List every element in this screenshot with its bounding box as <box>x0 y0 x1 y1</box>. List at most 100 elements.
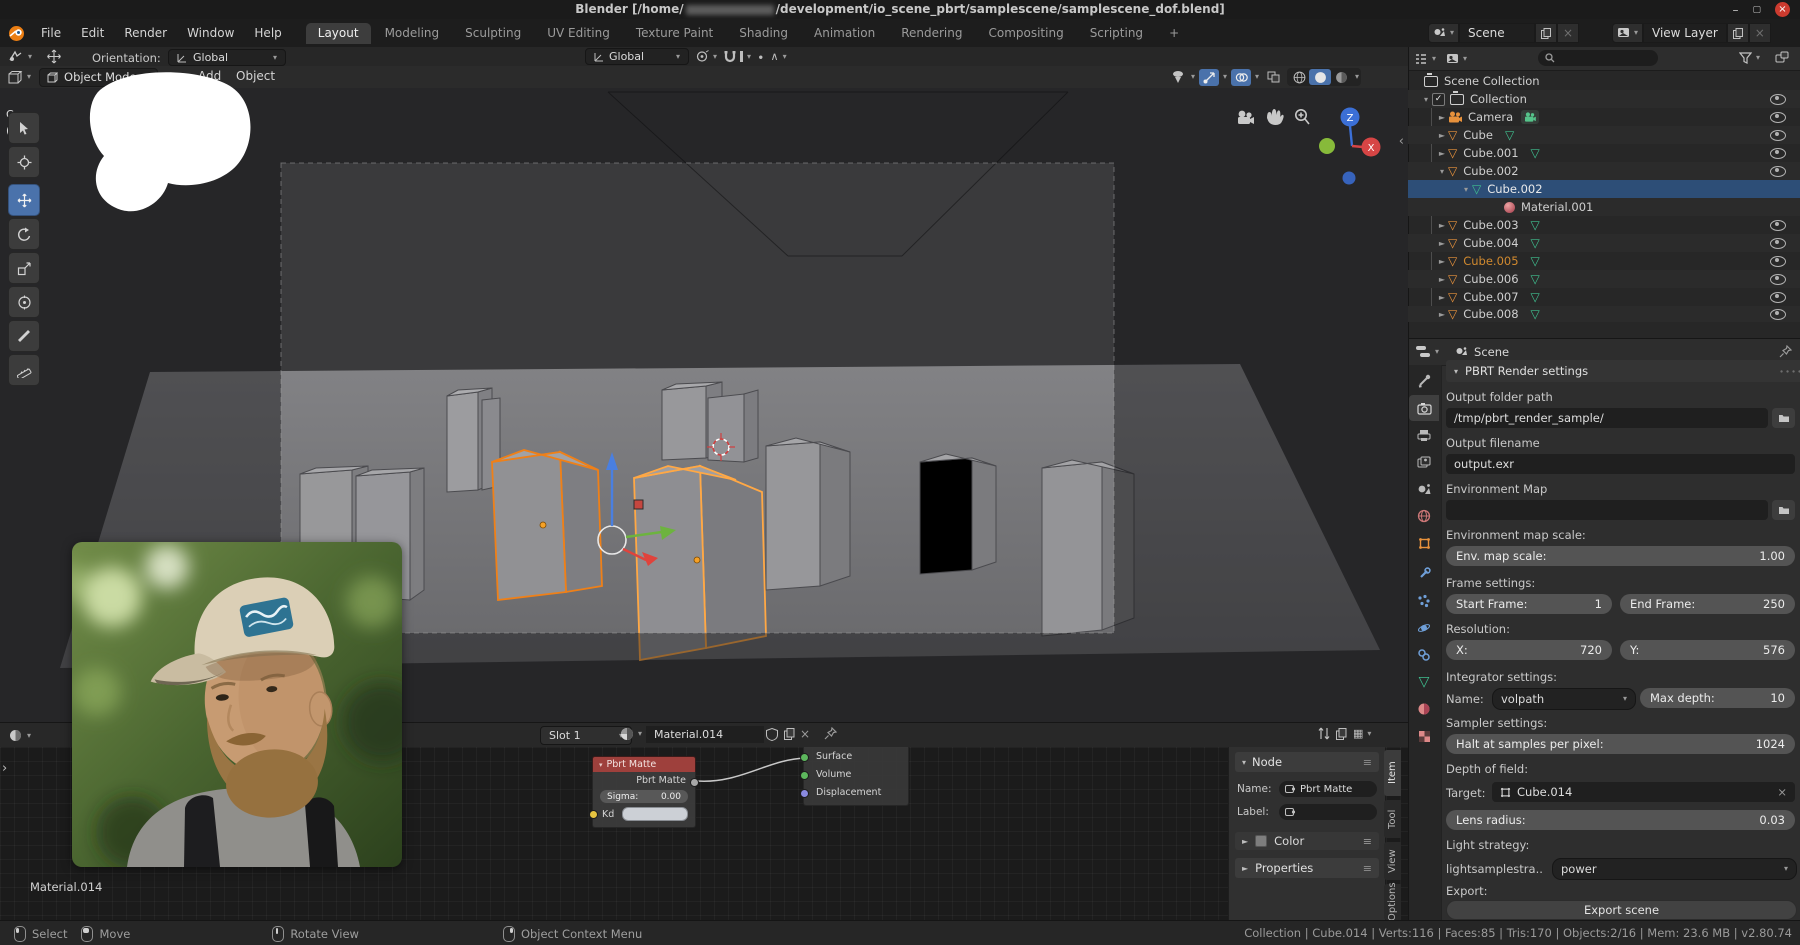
unlink-material-button[interactable]: × <box>800 727 810 741</box>
close-button[interactable]: × <box>1775 2 1790 17</box>
node-label-field[interactable] <box>1279 804 1377 820</box>
mesh-data-icon[interactable]: ▽ <box>1505 129 1514 141</box>
surface-input-socket[interactable] <box>800 753 809 762</box>
properties-tab-data[interactable]: ▽ <box>1409 669 1439 695</box>
kd-input-socket[interactable] <box>589 810 598 819</box>
view-layer-browse-button[interactable]: ▾ <box>1612 23 1643 43</box>
sidebar-tab-item[interactable]: Item <box>1384 750 1401 796</box>
halt-samples-slider[interactable]: Halt at samples per pixel:1024 <box>1446 734 1795 754</box>
tab-texture-paint[interactable]: Texture Paint <box>624 23 725 44</box>
light-strategy-dropdown[interactable]: power ▾ <box>1552 858 1797 880</box>
display-mode-dropdown[interactable]: ▾ <box>1414 53 1436 65</box>
outliner-row-material-001[interactable]: Material.001 <box>1408 198 1800 216</box>
maximize-button[interactable]: ▢ <box>1752 5 1761 15</box>
folder-browse-button[interactable] <box>1772 500 1795 520</box>
list-icon[interactable]: ≡ <box>1363 835 1372 848</box>
mesh-data-icon[interactable]: ▽ <box>1531 255 1540 267</box>
pin-icon[interactable] <box>1779 345 1792 358</box>
eye-icon[interactable] <box>1770 112 1786 123</box>
export-scene-button[interactable]: Export scene <box>1446 900 1797 920</box>
properties-tab-scene[interactable] <box>1409 476 1439 502</box>
properties-tab-tool[interactable] <box>1409 368 1439 394</box>
color-swatch[interactable] <box>1255 835 1267 847</box>
outliner-row-cube-002[interactable]: ▾ ▽ Cube.002 <box>1408 162 1800 180</box>
tool-move-button[interactable] <box>8 184 40 216</box>
tool-annotate-button[interactable] <box>8 320 40 352</box>
minimize-button[interactable]: – <box>1732 3 1738 17</box>
fake-user-button[interactable] <box>766 728 778 741</box>
mesh-data-icon[interactable]: ▽ <box>1531 273 1540 285</box>
region-expand-icon[interactable]: › <box>2 761 7 776</box>
sidebar-tab-tool[interactable]: Tool <box>1384 800 1401 838</box>
xray-toggle[interactable] <box>1263 69 1283 86</box>
material-browse-button[interactable]: ▾ <box>620 727 642 741</box>
outliner-row-cube-005[interactable]: ► ▽ Cube.005 ▽ <box>1408 252 1800 270</box>
outliner-row-cube-001[interactable]: ► ▽ Cube.001 ▽ <box>1408 144 1800 162</box>
eye-icon[interactable] <box>1770 256 1786 267</box>
outliner-row-cube-004[interactable]: ► ▽ Cube.004 ▽ <box>1408 234 1800 252</box>
view-layer-delete-button[interactable]: × <box>1749 23 1771 43</box>
node-pbrt-matte[interactable]: ▾ Pbrt Matte Pbrt Matte Sigma: 0.00 Kd <box>592 756 696 828</box>
properties-tab-world[interactable] <box>1409 503 1439 529</box>
selectability-filter-dropdown[interactable]: ▾ <box>1171 70 1195 84</box>
outliner-row-cube-008[interactable]: ► ▽ Cube.008 ▽ <box>1408 306 1800 322</box>
eye-icon[interactable] <box>1770 238 1786 249</box>
swap-icon[interactable] <box>1318 727 1330 740</box>
properties-tab-modifiers[interactable] <box>1409 561 1439 587</box>
menu-render[interactable]: Render <box>114 26 177 40</box>
max-depth-field[interactable]: Max depth:10 <box>1640 688 1795 708</box>
mode-dropdown[interactable]: Object Mode ▾ <box>39 68 158 87</box>
properties-tab-view-layer[interactable] <box>1409 449 1439 475</box>
output-socket[interactable] <box>690 778 699 787</box>
start-frame-field[interactable]: Start Frame:1 <box>1446 594 1612 614</box>
gizmos-toggle[interactable] <box>1199 69 1219 86</box>
resolution-y-field[interactable]: Y:576 <box>1620 640 1795 660</box>
displacement-input-socket[interactable] <box>800 789 809 798</box>
search-input[interactable] <box>1555 51 1629 65</box>
eye-icon[interactable] <box>1770 166 1786 177</box>
active-tool-dropdown[interactable]: ▾ <box>8 50 32 63</box>
blender-logo-icon[interactable] <box>8 25 25 42</box>
properties-section-header[interactable]: ► Properties ≡ <box>1235 858 1379 878</box>
properties-tab-object[interactable] <box>1409 530 1439 556</box>
menu-edit[interactable]: Edit <box>71 26 114 40</box>
orientation-dropdown[interactable]: Global ▾ <box>168 49 286 66</box>
tab-uv-editing[interactable]: UV Editing <box>535 23 622 44</box>
overlays-toggle[interactable] <box>1231 69 1251 86</box>
menu-file[interactable]: File <box>31 26 71 40</box>
lens-radius-slider[interactable]: Lens radius:0.03 <box>1446 810 1795 830</box>
shading-material-button[interactable] <box>1331 71 1351 84</box>
eye-icon[interactable] <box>1770 130 1786 141</box>
eye-icon[interactable] <box>1770 220 1786 231</box>
outliner-row-scene-collection[interactable]: Scene Collection <box>1408 72 1800 90</box>
mesh-data-icon[interactable]: ▽ <box>1531 219 1540 231</box>
output-folder-field[interactable]: /tmp/pbrt_render_sample/ <box>1446 408 1768 428</box>
tool-scale-button[interactable] <box>8 252 40 284</box>
panel-menu-icon[interactable]: ≡ <box>1363 756 1372 769</box>
tab-shading[interactable]: Shading <box>727 23 800 44</box>
sidebar-tab-options[interactable]: Options <box>1384 884 1401 920</box>
properties-tab-constraints[interactable] <box>1409 642 1439 668</box>
outliner-row-cube-002-data[interactable]: ▾ ▽ Cube.002 <box>1408 180 1800 198</box>
node-material-output[interactable]: Surface Volume Displacement <box>803 747 909 806</box>
outliner-row-cube-003[interactable]: ► ▽ Cube.003 ▽ <box>1408 216 1800 234</box>
tab-modeling[interactable]: Modeling <box>373 23 452 44</box>
dof-target-field[interactable]: Cube.014 × <box>1492 782 1795 802</box>
clear-target-icon[interactable]: × <box>1777 785 1787 799</box>
env-map-field[interactable] <box>1446 500 1768 520</box>
editor-type-dropdown[interactable]: ▾ <box>8 729 31 742</box>
tab-animation[interactable]: Animation <box>802 23 887 44</box>
drag-dots-icon[interactable]: ∙∙∙∙ <box>1779 367 1800 376</box>
pin-icon[interactable] <box>824 727 837 740</box>
properties-tab-output[interactable] <box>1409 422 1439 448</box>
eye-icon[interactable] <box>1770 309 1786 320</box>
tab-layout[interactable]: Layout <box>306 23 371 44</box>
snap-dropdown[interactable]: ▾ <box>723 50 751 63</box>
material-name-field[interactable]: Material.014 <box>646 726 764 743</box>
mesh-data-icon[interactable]: ▽ <box>1531 291 1540 303</box>
menu-add[interactable]: Add <box>198 69 221 83</box>
tool-cursor-button[interactable] <box>8 146 40 178</box>
copy-node-tree-icon[interactable] <box>1336 728 1347 740</box>
mesh-data-icon[interactable]: ▽ <box>1531 308 1540 320</box>
properties-tab-texture[interactable] <box>1409 723 1439 749</box>
